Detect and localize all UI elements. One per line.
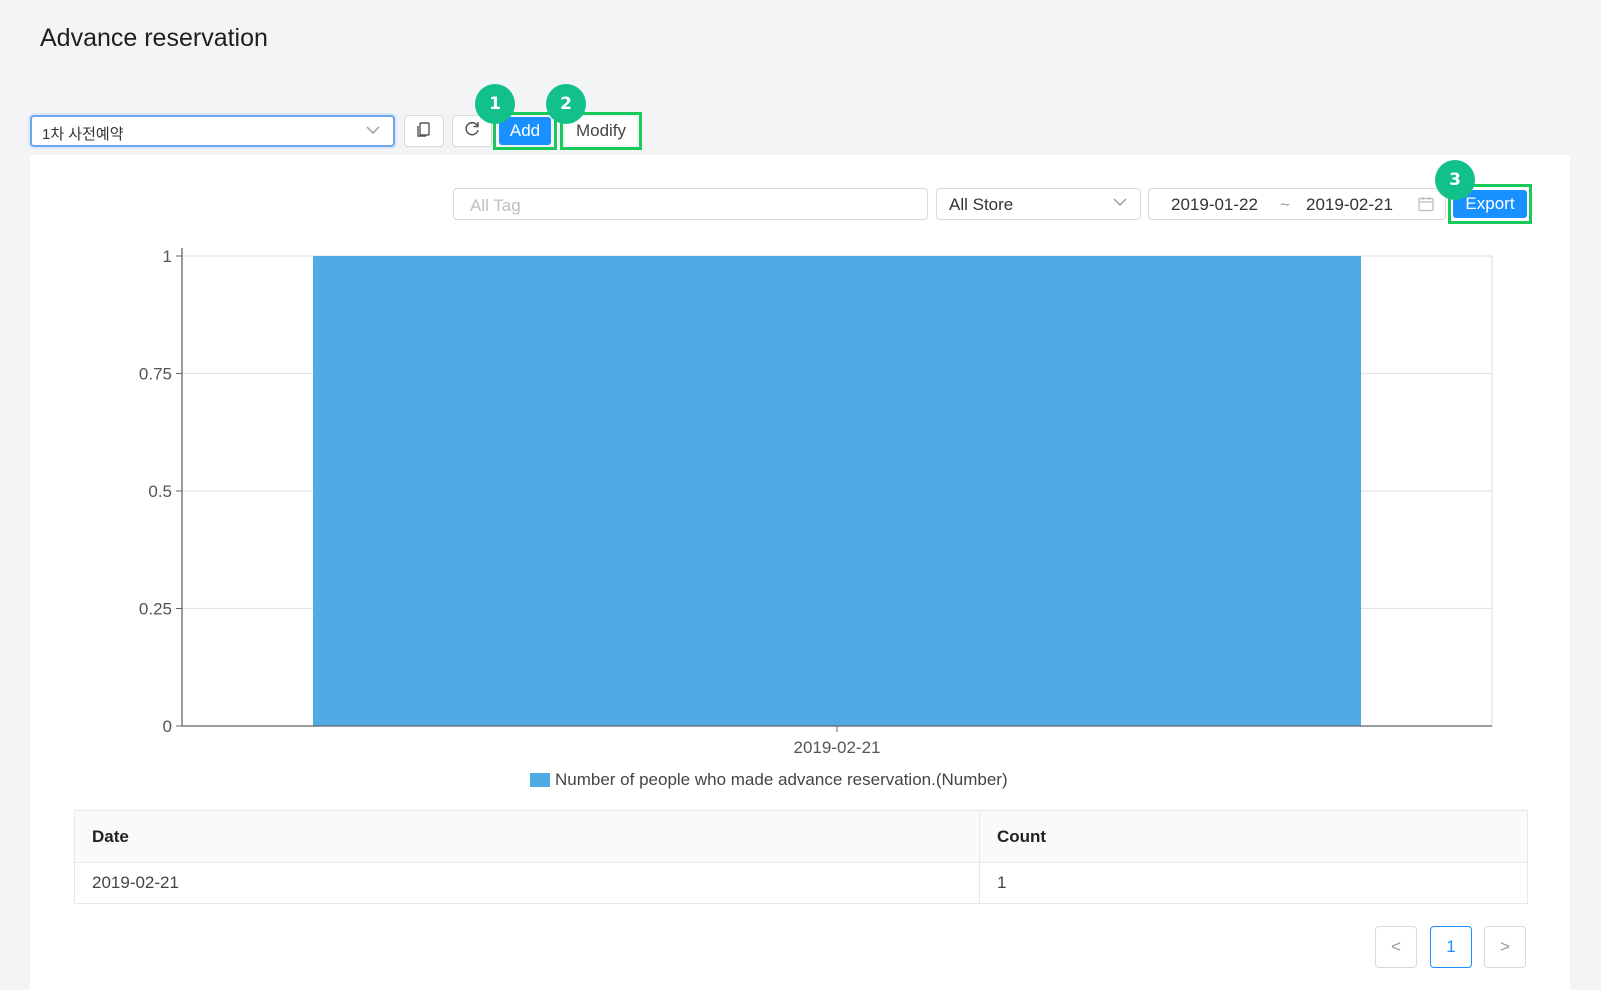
table-row: 2019-02-21 1 [75, 863, 1527, 903]
chart-bar [313, 256, 1361, 726]
y-tick-label: 0.75 [139, 365, 172, 384]
bar-chart: 0 0.25 0.5 0.75 1 2019-02-21 [139, 247, 1493, 757]
y-tick-label: 0 [163, 717, 172, 736]
y-tick-label: 1 [163, 247, 172, 266]
table-header-count: Count [997, 826, 1047, 846]
tag-filter-input[interactable]: All Tag [453, 188, 928, 220]
chevron-down-icon [365, 122, 381, 143]
legend-swatch [530, 773, 550, 787]
chart-legend: Number of people who made advance reserv… [530, 770, 1008, 790]
date-from: 2019-01-22 [1171, 195, 1258, 214]
table-header-row: Date Count [75, 811, 1527, 863]
date-range-picker[interactable]: 2019-01-22 ~ 2019-02-21 [1148, 188, 1446, 220]
refresh-icon [463, 120, 481, 143]
annotation-marker-3: 3 [1435, 160, 1475, 200]
chevron-down-icon [1112, 194, 1128, 215]
calendar-icon [1417, 195, 1435, 218]
add-button[interactable]: Add [499, 117, 551, 145]
table-cell-count: 1 [997, 873, 1007, 892]
data-table: Date Count 2019-02-21 1 [74, 810, 1528, 904]
pagination-page-1[interactable]: 1 [1430, 926, 1472, 968]
pagination-next-button[interactable]: > [1484, 926, 1526, 968]
table-cell-date: 2019-02-21 [75, 863, 980, 903]
copy-button[interactable] [404, 115, 444, 147]
legend-label: Number of people who made advance reserv… [555, 770, 1008, 789]
annotation-marker-1: 1 [475, 84, 515, 124]
table-header-date: Date [75, 811, 980, 862]
y-tick-label: 0.5 [148, 482, 172, 501]
copy-icon [415, 120, 433, 143]
y-tick-label: 0.25 [139, 600, 172, 619]
date-separator: ~ [1280, 195, 1290, 214]
reservation-select[interactable]: 1차 사전예약 [30, 115, 395, 147]
annotation-marker-2: 2 [546, 84, 586, 124]
reservation-select-value: 1차 사전예약 [42, 126, 124, 143]
store-select[interactable]: All Store [936, 188, 1141, 220]
tag-filter-placeholder: All Tag [470, 196, 521, 215]
date-to: 2019-02-21 [1306, 195, 1393, 214]
store-select-value: All Store [949, 195, 1014, 214]
x-tick-label: 2019-02-21 [794, 738, 881, 757]
pagination-prev-button[interactable]: < [1375, 926, 1417, 968]
page-title: Advance reservation [40, 24, 268, 52]
